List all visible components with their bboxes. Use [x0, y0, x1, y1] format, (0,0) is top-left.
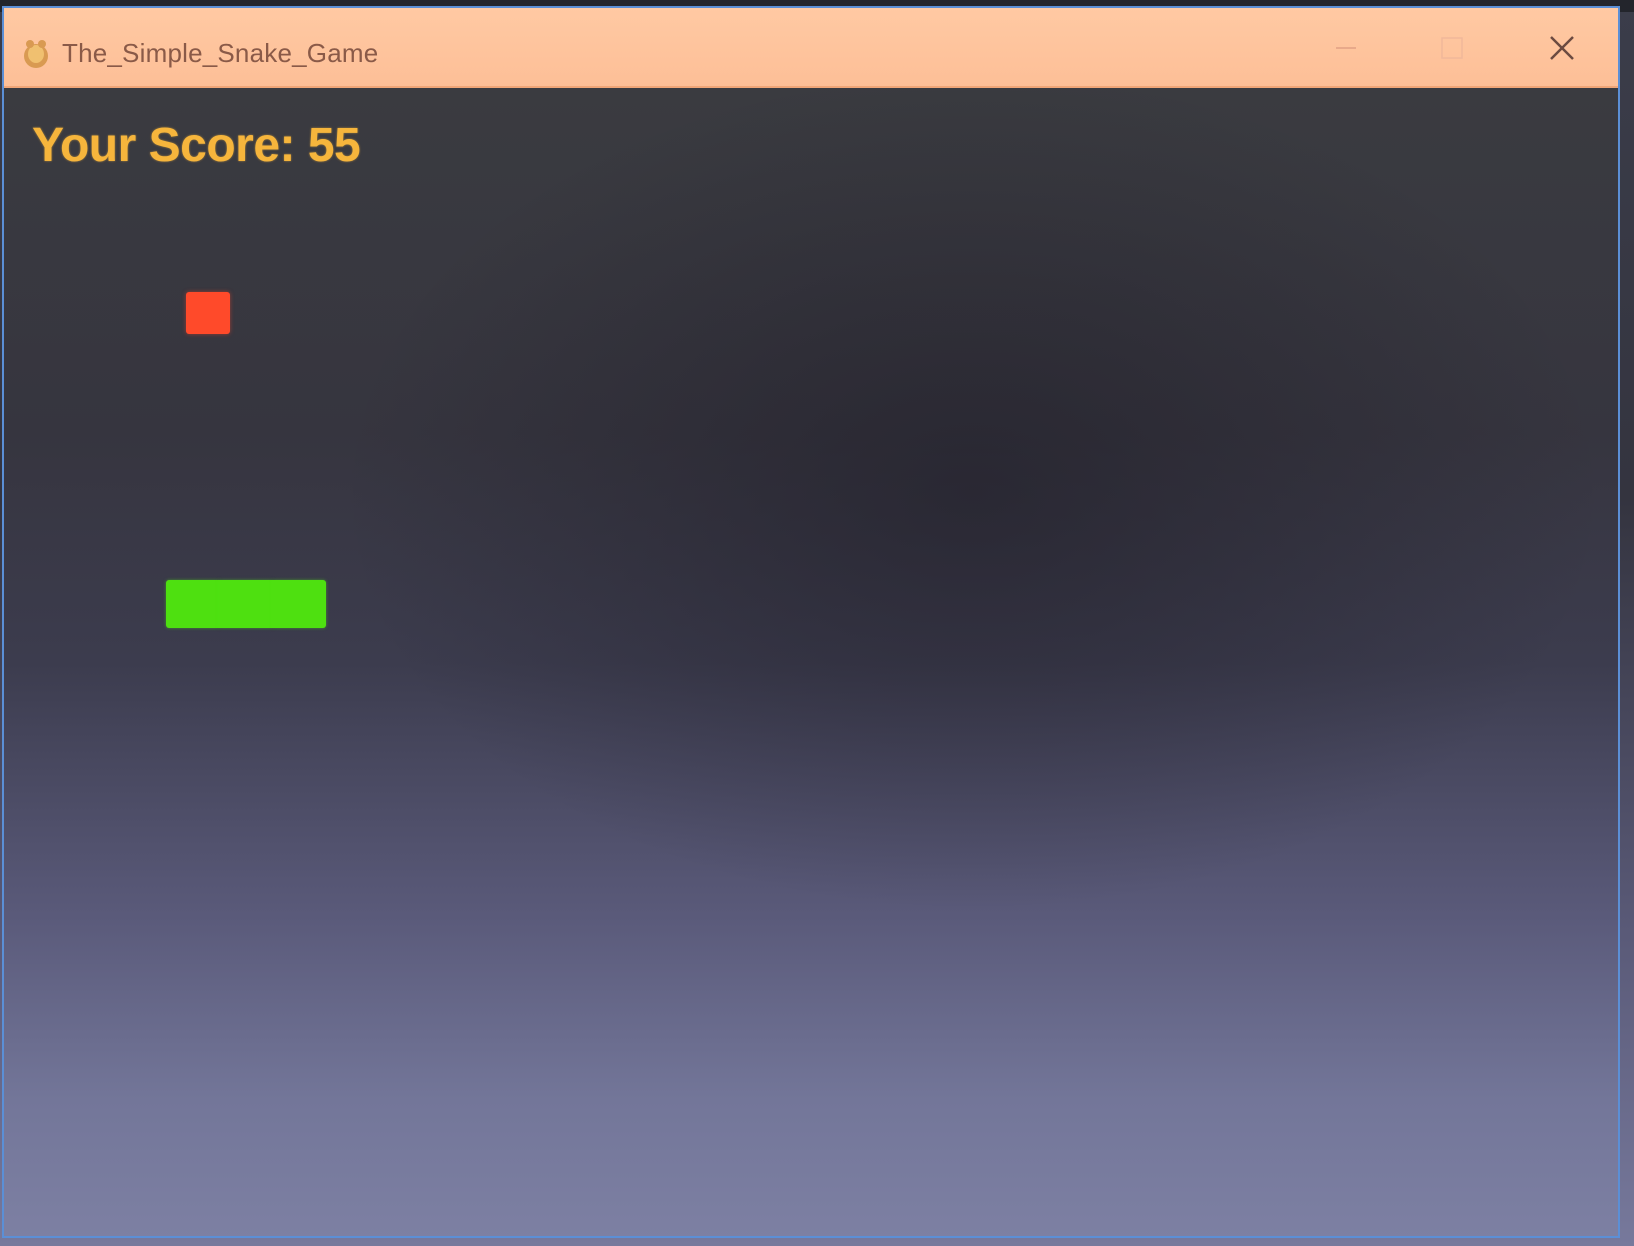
pygame-snake-icon: [24, 40, 48, 68]
game-canvas[interactable]: Your Score: 55: [4, 88, 1618, 1236]
snake-segment: [166, 580, 220, 628]
score-display: Your Score: 55: [32, 119, 361, 172]
close-button[interactable]: [1532, 22, 1592, 74]
game-window: The_Simple_Snake_Game Your Score: 55: [2, 6, 1620, 1238]
minimize-button[interactable]: [1316, 22, 1376, 74]
snake: [166, 580, 326, 628]
snake-head: [272, 580, 326, 628]
window-titlebar[interactable]: The_Simple_Snake_Game: [4, 8, 1618, 88]
window-title: The_Simple_Snake_Game: [62, 38, 379, 68]
food-pellet: [186, 292, 230, 334]
close-icon: [1550, 36, 1574, 60]
minimize-icon: [1336, 47, 1356, 49]
maximize-icon: [1441, 37, 1463, 59]
snake-segment: [219, 580, 273, 628]
maximize-button[interactable]: [1422, 22, 1482, 74]
